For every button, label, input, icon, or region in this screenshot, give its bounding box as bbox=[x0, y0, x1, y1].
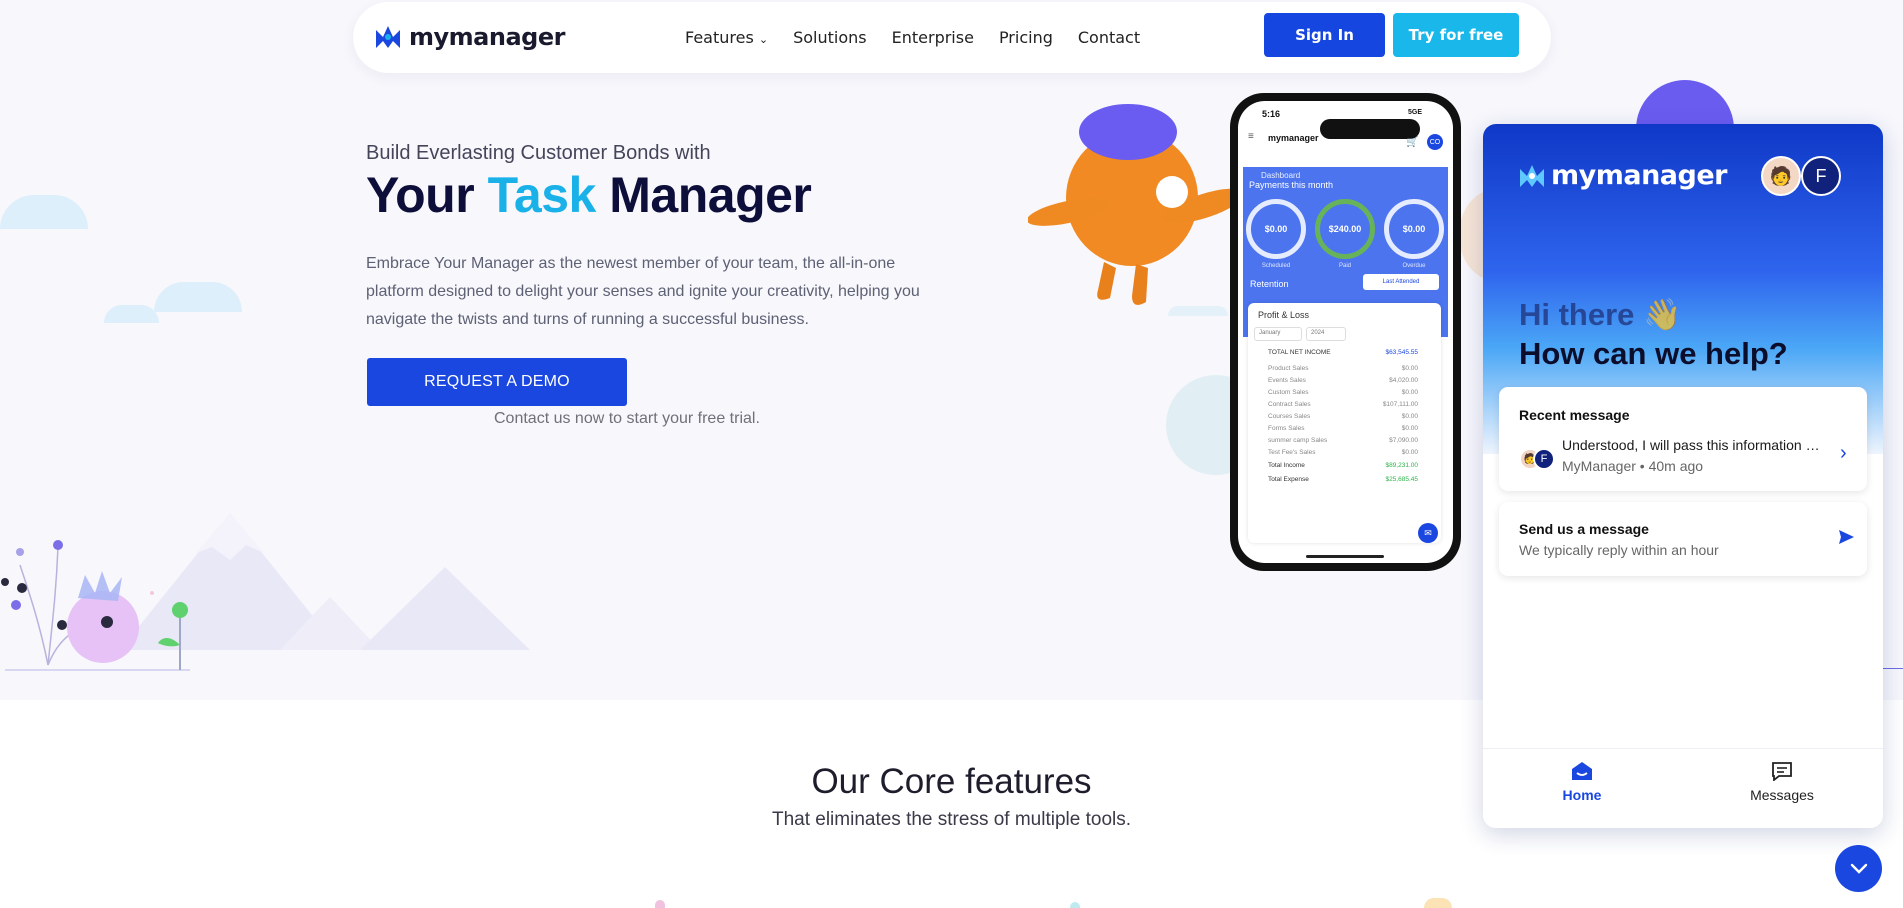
mascot-illustration bbox=[1028, 104, 1240, 305]
nav-link-pricing[interactable]: Pricing bbox=[999, 28, 1053, 47]
ring-overdue: $0.00 bbox=[1384, 199, 1444, 259]
nav-link-contact[interactable]: Contact bbox=[1078, 28, 1140, 47]
tab-messages-label: Messages bbox=[1750, 787, 1814, 803]
headline-word-manager: Manager bbox=[609, 167, 812, 223]
site-logo[interactable]: mymanager bbox=[373, 22, 565, 52]
hero-eyebrow: Build Everlasting Customer Bonds with bbox=[366, 142, 711, 164]
cloud-decoration bbox=[104, 305, 159, 323]
menu-icon: ≡ bbox=[1248, 131, 1254, 142]
send-message-title: Send us a message bbox=[1519, 521, 1649, 537]
pl-row: Forms Sales $0.00 bbox=[1268, 425, 1418, 432]
cta-subtext: Contact us now to start your free trial. bbox=[494, 410, 760, 427]
pl-row: Courses Sales $0.00 bbox=[1268, 413, 1418, 420]
profit-loss-title: Profit & Loss bbox=[1258, 310, 1310, 320]
mymanager-logo-icon bbox=[1520, 164, 1544, 187]
agent-avatar-initial: F bbox=[1801, 156, 1841, 196]
chevron-down-icon: ⌄ bbox=[758, 33, 769, 46]
phone-time: 5:16 bbox=[1262, 109, 1281, 119]
phone-mockup: 5:16 5GE ≡ mymanager 🛒 CO Dashboard Paym… bbox=[1230, 93, 1461, 571]
nav-link-features[interactable]: Features ⌄ bbox=[685, 28, 768, 47]
mymanager-logo-icon bbox=[376, 26, 400, 48]
month-select: January bbox=[1254, 327, 1302, 341]
nav-links: Features ⌄ Solutions Enterprise Pricing … bbox=[685, 28, 1140, 47]
hero-headline: Your Task Manager bbox=[366, 166, 812, 224]
chat-greeting: Hi there 👋 bbox=[1519, 297, 1682, 332]
send-icon bbox=[1839, 530, 1854, 544]
nav-link-enterprise[interactable]: Enterprise bbox=[892, 28, 974, 47]
retention-label: Retention bbox=[1250, 279, 1289, 289]
ring-scheduled: $0.00 bbox=[1246, 199, 1306, 259]
cart-icon: 🛒 bbox=[1406, 137, 1419, 148]
payments-title: Payments this month bbox=[1249, 180, 1334, 190]
recent-message-card[interactable]: Recent message 🧑 F Understood, I will pa… bbox=[1499, 387, 1867, 491]
recent-message-text: Understood, I will pass this information… bbox=[1562, 437, 1824, 453]
request-demo-button[interactable]: REQUEST A DEMO bbox=[367, 358, 627, 406]
pl-row: Custom Sales $0.00 bbox=[1268, 389, 1418, 396]
tab-messages[interactable]: Messages bbox=[1737, 761, 1827, 803]
chat-bottom-nav: Home Messages bbox=[1483, 748, 1883, 828]
year-select: 2024 bbox=[1306, 327, 1346, 341]
agent-avatar-icon: 🧑 bbox=[1761, 156, 1801, 196]
chevron-down-icon bbox=[1850, 863, 1867, 874]
chat-widget: mymanager 🧑 F Hi there 👋 How can we help… bbox=[1483, 124, 1883, 828]
top-navbar: mymanager Features ⌄ Solutions Enterpris… bbox=[353, 2, 1551, 73]
pl-row: Contract Sales $107,111.00 bbox=[1268, 401, 1418, 408]
sign-in-button[interactable]: Sign In bbox=[1264, 13, 1385, 57]
decoration-dot bbox=[1070, 902, 1080, 908]
tab-home[interactable]: Home bbox=[1537, 761, 1627, 803]
pl-row: Total Income $89,231.00 bbox=[1268, 462, 1418, 469]
pl-row: Total Expense $25,685.45 bbox=[1268, 476, 1418, 483]
phone-screen: 5:16 5GE ≡ mymanager 🛒 CO Dashboard Paym… bbox=[1238, 101, 1453, 563]
send-message-card[interactable]: Send us a message We typically reply wit… bbox=[1499, 502, 1867, 576]
headline-word-task: Task bbox=[487, 167, 597, 223]
chat-toggle-button[interactable] bbox=[1835, 845, 1882, 892]
ring-paid: $240.00 bbox=[1315, 199, 1375, 259]
phone-signal: 5GE bbox=[1408, 109, 1423, 116]
chevron-right-icon: › bbox=[1840, 442, 1847, 464]
try-for-free-button[interactable]: Try for free bbox=[1393, 13, 1519, 57]
flower-illustration bbox=[1, 540, 188, 670]
divider-line bbox=[1883, 668, 1903, 669]
messages-icon bbox=[1772, 762, 1792, 781]
headline-word-your: Your bbox=[366, 167, 475, 223]
retention-select: Last Attended bbox=[1363, 274, 1439, 290]
dashboard-label: Dashboard bbox=[1261, 171, 1301, 180]
agent-avatar-initial: F bbox=[1533, 448, 1555, 470]
ring-label: Scheduled bbox=[1261, 263, 1291, 269]
pl-row: TOTAL NET INCOME $63,545.55 bbox=[1268, 349, 1418, 356]
logo-text: mymanager bbox=[409, 23, 565, 51]
tab-home-label: Home bbox=[1562, 787, 1602, 803]
phone-logo: mymanager bbox=[1268, 133, 1319, 143]
nav-link-solutions[interactable]: Solutions bbox=[793, 28, 867, 47]
pl-row: Events Sales $4,020.00 bbox=[1268, 377, 1418, 384]
chat-logo-text: mymanager bbox=[1551, 160, 1727, 191]
pl-row: summer camp Sales $7,090.00 bbox=[1268, 437, 1418, 444]
recent-message-title: Recent message bbox=[1519, 407, 1630, 423]
cloud-decoration bbox=[0, 195, 88, 229]
profit-loss-card: Profit & Loss January 2024 TOTAL NET INC… bbox=[1248, 303, 1441, 543]
pl-row: Product Sales $0.00 bbox=[1268, 365, 1418, 372]
pl-row: Test Fee's Sales $0.00 bbox=[1268, 449, 1418, 456]
home-indicator bbox=[1306, 555, 1384, 558]
hero-description: Embrace Your Manager as the newest membe… bbox=[366, 255, 920, 328]
send-message-subtitle: We typically reply within an hour bbox=[1519, 542, 1719, 558]
phone-chat-icon: ✉ bbox=[1418, 523, 1438, 543]
chat-help-heading: How can we help? bbox=[1519, 336, 1788, 371]
ring-label: Paid bbox=[1338, 263, 1351, 269]
chat-logo: mymanager bbox=[1517, 160, 1727, 191]
decoration-dot bbox=[655, 900, 665, 908]
dynamic-island bbox=[1320, 119, 1420, 139]
home-icon bbox=[1572, 762, 1592, 780]
phone-avatar: CO bbox=[1427, 134, 1443, 150]
cloud-decoration bbox=[154, 282, 242, 312]
recent-message-meta: MyManager • 40m ago bbox=[1562, 458, 1704, 474]
ring-label: Overdue bbox=[1402, 263, 1426, 269]
decoration-dot bbox=[1424, 898, 1452, 908]
